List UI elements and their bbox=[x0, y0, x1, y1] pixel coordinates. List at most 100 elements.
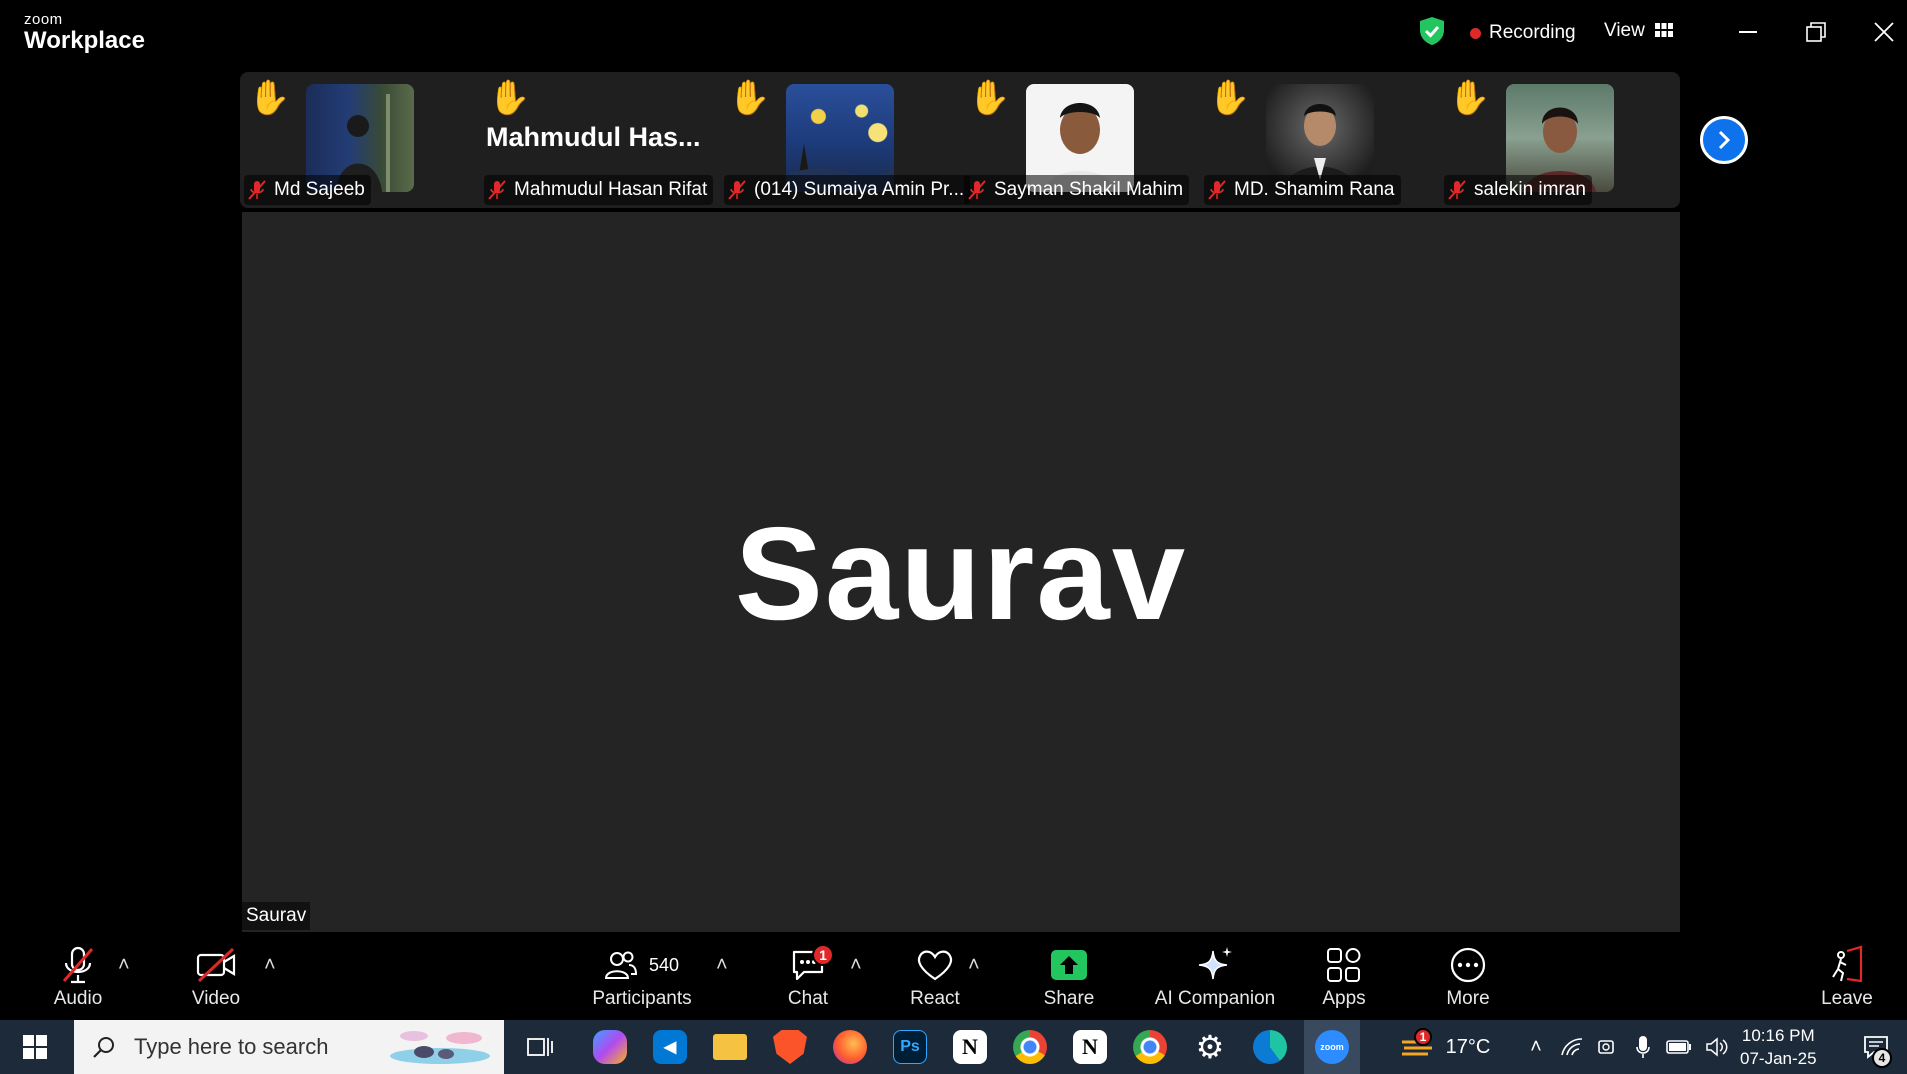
taskbar-chrome-profile[interactable] bbox=[1126, 1020, 1174, 1074]
search-placeholder: Type here to search bbox=[134, 1034, 329, 1059]
close-button[interactable] bbox=[1864, 14, 1904, 50]
video-off-icon bbox=[196, 947, 236, 983]
participant-name-placeholder: Mahmudul Has... bbox=[486, 122, 701, 152]
task-view-button[interactable] bbox=[520, 1020, 560, 1074]
volume-button[interactable] bbox=[1700, 1020, 1734, 1074]
firefox-icon bbox=[833, 1030, 867, 1064]
taskbar-notion[interactable]: N bbox=[946, 1020, 994, 1074]
participant-tile[interactable]: ✋ Md Sajeeb bbox=[240, 72, 480, 208]
audio-options-caret-icon[interactable]: ˄ bbox=[118, 954, 130, 977]
muted-mic-icon bbox=[728, 180, 746, 200]
taskbar-chrome[interactable] bbox=[1006, 1020, 1054, 1074]
chat-options-caret-icon[interactable]: ˄ bbox=[850, 954, 862, 977]
raised-hand-icon: ✋ bbox=[488, 79, 531, 117]
muted-mic-icon bbox=[488, 180, 506, 200]
minimize-button[interactable] bbox=[1728, 14, 1768, 50]
raised-hand-icon: ✋ bbox=[1448, 79, 1491, 117]
clock-time: 10:16 PM bbox=[1741, 1026, 1815, 1045]
recording-dot-icon bbox=[1470, 27, 1481, 39]
participant-name: salekin imran bbox=[1474, 179, 1586, 200]
taskbar-file-explorer[interactable] bbox=[706, 1020, 754, 1074]
ai-companion-button[interactable]: AI Companion bbox=[1150, 942, 1280, 1018]
chrome-icon bbox=[1013, 1030, 1047, 1064]
participant-tile[interactable]: ✋ MD. Shamim Rana bbox=[1200, 72, 1440, 208]
task-view-icon bbox=[527, 1038, 553, 1056]
more-icon bbox=[1450, 947, 1486, 983]
copilot-icon bbox=[593, 1030, 627, 1064]
leave-button[interactable]: Leave bbox=[1821, 942, 1873, 1018]
taskbar-copilot[interactable] bbox=[586, 1020, 634, 1074]
participant-tile[interactable]: ✋ (014) Sumaiya Amin Pr... bbox=[720, 72, 971, 208]
participant-tile[interactable]: ✋ Sayman Shakil Mahim bbox=[960, 72, 1200, 208]
raised-hand-icon: ✋ bbox=[968, 79, 1011, 117]
participant-tile[interactable]: ✋ Mahmudul Has... Mahmudul Hasan Rifat bbox=[480, 72, 720, 208]
taskbar-notion-2[interactable]: N bbox=[1066, 1020, 1114, 1074]
taskbar-brave[interactable] bbox=[766, 1020, 814, 1074]
taskbar-settings[interactable]: ⚙ bbox=[1186, 1020, 1234, 1074]
more-label: More bbox=[1446, 988, 1490, 1009]
react-button[interactable]: React bbox=[908, 942, 962, 1018]
apps-button[interactable]: Apps bbox=[1318, 942, 1370, 1018]
participant-tile[interactable]: ✋ salekin imran bbox=[1440, 72, 1680, 208]
recording-indicator[interactable]: Recording bbox=[1470, 22, 1576, 44]
participants-label: Participants bbox=[592, 988, 692, 1009]
taskbar-firefox[interactable] bbox=[826, 1020, 874, 1074]
meeting-toolbar: Audio ˄ Video ˄ 540 Participants ˄ Chat … bbox=[0, 932, 1907, 1018]
participant-label: Md Sajeeb bbox=[244, 175, 371, 205]
battery-button[interactable] bbox=[1662, 1020, 1696, 1074]
next-page-button[interactable] bbox=[1700, 116, 1748, 164]
weather-widget[interactable]: 17°C bbox=[1390, 1020, 1500, 1074]
participants-options-caret-icon[interactable]: ˄ bbox=[716, 954, 728, 977]
restore-button[interactable] bbox=[1796, 14, 1836, 50]
microphone-icon bbox=[1636, 1036, 1650, 1058]
view-button[interactable]: View bbox=[1604, 20, 1673, 42]
audio-label: Audio bbox=[53, 988, 103, 1009]
start-button[interactable] bbox=[0, 1020, 70, 1074]
sparkle-icon bbox=[1198, 947, 1232, 980]
battery-icon bbox=[1666, 1040, 1691, 1054]
more-button[interactable]: More bbox=[1440, 942, 1496, 1018]
share-button[interactable]: Share bbox=[1040, 942, 1098, 1018]
notification-count-badge: 4 bbox=[1872, 1048, 1892, 1068]
participants-button[interactable]: 540 Participants bbox=[588, 942, 696, 1018]
notion-icon: N bbox=[953, 1030, 987, 1064]
mic-indicator[interactable] bbox=[1628, 1020, 1658, 1074]
participants-count: 540 bbox=[648, 954, 680, 975]
share-label: Share bbox=[1043, 988, 1095, 1009]
weather-badge: 1 bbox=[1414, 1028, 1432, 1046]
muted-mic-icon bbox=[248, 180, 266, 200]
wifi-icon bbox=[1561, 1038, 1583, 1056]
close-icon bbox=[1874, 22, 1894, 42]
weather-temp: 17°C bbox=[1445, 1035, 1491, 1058]
leave-label: Leave bbox=[1821, 988, 1873, 1009]
camera-icon bbox=[1598, 1040, 1614, 1054]
video-options-caret-icon[interactable]: ˄ bbox=[264, 954, 276, 977]
show-hidden-icons-button[interactable]: ˄ bbox=[1522, 1020, 1550, 1074]
chat-label: Chat bbox=[787, 988, 829, 1009]
raised-hand-icon: ✋ bbox=[248, 79, 291, 117]
speaker-icon bbox=[1706, 1037, 1728, 1057]
video-label: Video bbox=[191, 988, 241, 1009]
camera-indicator[interactable] bbox=[1592, 1020, 1624, 1074]
network-button[interactable] bbox=[1556, 1020, 1588, 1074]
chat-unread-badge: 1 bbox=[812, 944, 834, 966]
taskbar-zoom[interactable]: zoom bbox=[1304, 1020, 1360, 1074]
taskbar-clock[interactable]: 10:16 PM 07-Jan-25 bbox=[1740, 1024, 1817, 1070]
security-shield-icon[interactable] bbox=[1418, 16, 1446, 51]
video-button[interactable]: Video bbox=[186, 942, 246, 1018]
heart-icon bbox=[917, 950, 953, 981]
ai-companion-label: AI Companion bbox=[1154, 988, 1276, 1009]
participant-label: salekin imran bbox=[1444, 175, 1592, 205]
taskbar-photoshop[interactable]: Ps bbox=[886, 1020, 934, 1074]
taskbar-search[interactable]: Type here to search bbox=[74, 1020, 504, 1074]
audio-button[interactable]: Audio bbox=[44, 942, 112, 1018]
participant-label: MD. Shamim Rana bbox=[1204, 175, 1401, 205]
taskbar-vscode[interactable]: ◀ bbox=[646, 1020, 694, 1074]
muted-mic-icon bbox=[62, 946, 94, 984]
participant-name: Md Sajeeb bbox=[274, 179, 365, 200]
active-speaker-name: Saurav bbox=[734, 499, 1188, 647]
taskbar-edge[interactable] bbox=[1246, 1020, 1294, 1074]
brand-top: zoom bbox=[24, 11, 63, 28]
react-options-caret-icon[interactable]: ˄ bbox=[968, 954, 980, 977]
participant-label: Mahmudul Hasan Rifat bbox=[484, 175, 714, 205]
